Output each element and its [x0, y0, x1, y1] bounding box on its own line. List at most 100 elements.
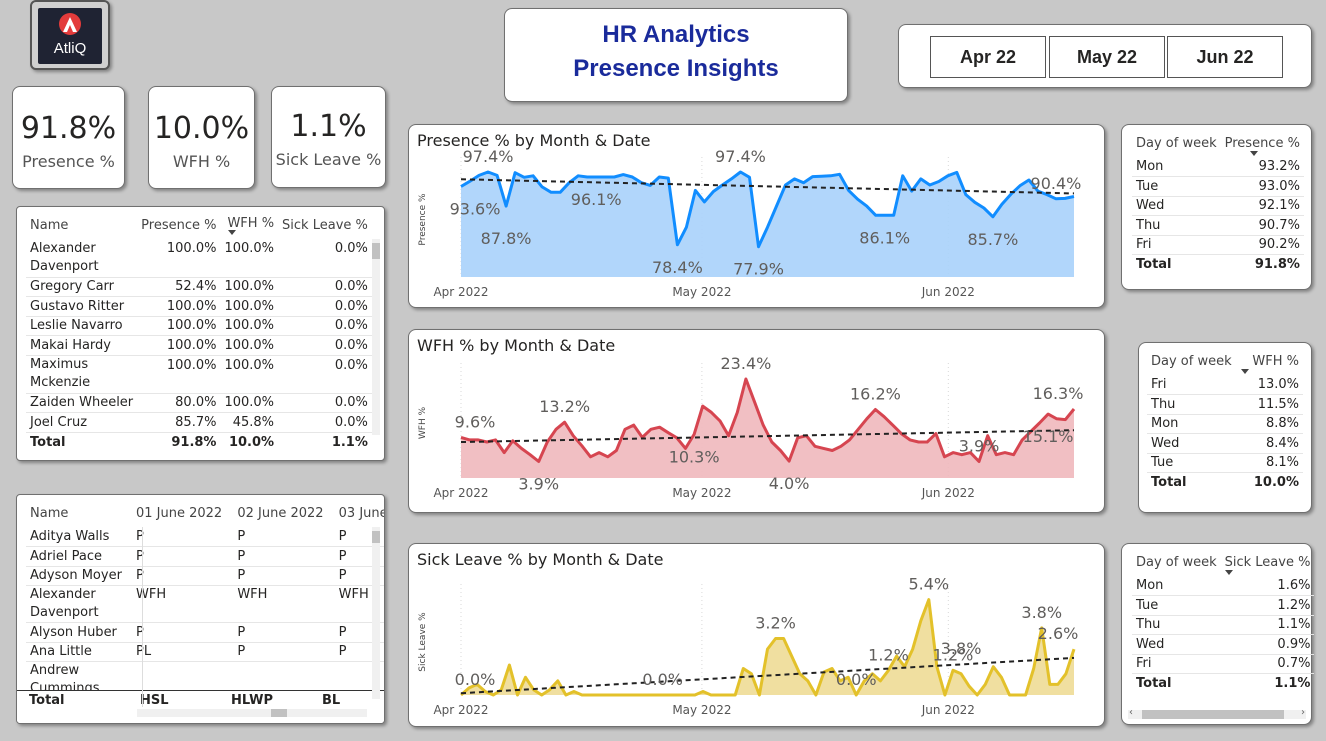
cell-name: Ana Little: [26, 642, 132, 662]
cell-status: P: [233, 642, 335, 662]
table-row[interactable]: Fri 90.2%: [1132, 235, 1304, 255]
column-header-wfh[interactable]: WFH %: [220, 211, 278, 239]
cell-status: WFH: [132, 585, 234, 623]
column-header-name[interactable]: Name: [26, 211, 137, 239]
chart-title: Sick Leave % by Month & Date: [417, 550, 664, 569]
month-button-jun[interactable]: Jun 22: [1167, 36, 1283, 78]
vertical-scrollbar[interactable]: [372, 527, 380, 699]
table-row[interactable]: Mon 1.6%: [1132, 576, 1315, 596]
cell-presence: 85.7%: [137, 412, 221, 433]
cell-value: 11.5%: [1243, 394, 1303, 415]
table-row[interactable]: Ana Little PL P P: [26, 642, 384, 662]
cell-value: 1.2%: [1220, 595, 1315, 616]
column-header-name[interactable]: Name: [26, 499, 132, 527]
cell-sick: 0.0%: [278, 355, 372, 394]
table-row[interactable]: Thu 1.1%: [1132, 615, 1315, 635]
table-row[interactable]: Adriel Pace P P P: [26, 546, 384, 567]
wfh-header-text: WFH %: [227, 215, 275, 231]
month-button-apr[interactable]: Apr 22: [930, 36, 1046, 78]
total-date-1: HSL: [140, 693, 169, 708]
cell-status: PL: [132, 642, 234, 662]
column-header-day[interactable]: Day of week: [1132, 129, 1221, 157]
table-row[interactable]: Thu 11.5%: [1147, 394, 1303, 415]
cell-status: P: [132, 546, 234, 567]
kpi-sick-leave: 1.1% Sick Leave %: [271, 86, 386, 188]
cell-name: Alexander Davenport: [26, 585, 132, 623]
cell-presence: 52.4%: [137, 277, 221, 297]
cell-day: Fri: [1147, 375, 1244, 395]
cell-name: Aditya Walls: [26, 527, 132, 547]
column-header-date-3[interactable]: 03 June: [335, 499, 384, 527]
column-header-presence[interactable]: Presence %: [1221, 129, 1304, 157]
table-row[interactable]: Mon 8.8%: [1147, 414, 1303, 434]
column-header-date-1[interactable]: 01 June 2022: [132, 499, 233, 527]
series-area: [461, 379, 1074, 478]
table-row[interactable]: Thu 90.7%: [1132, 215, 1304, 236]
table-row[interactable]: Alyson Huber P P P: [26, 622, 384, 643]
cell-day: Thu: [1132, 215, 1221, 236]
column-header-day[interactable]: Day of week: [1132, 548, 1221, 576]
horizontal-scrollbar[interactable]: [137, 709, 367, 717]
scrollbar-thumb[interactable]: [372, 243, 380, 259]
table-row[interactable]: Mon 93.2%: [1132, 157, 1304, 177]
table-row[interactable]: Joel Cruz 85.7% 45.8% 0.0%: [26, 412, 372, 433]
cell-day: Fri: [1132, 654, 1221, 674]
total-presence: 91.8%: [137, 431, 221, 452]
data-label: 5.4%: [908, 575, 949, 594]
attendance-table: Name 01 June 2022 02 June 2022 03 June A…: [26, 499, 384, 699]
data-label: 16.2%: [850, 384, 901, 403]
column-header-sick-leave[interactable]: Sick Leave %: [1221, 548, 1315, 576]
scrollbar-thumb[interactable]: [372, 531, 380, 543]
total-label: Total: [1147, 472, 1244, 492]
data-label: 78.4%: [652, 258, 703, 277]
data-label: 3.8%: [941, 639, 982, 658]
table-row[interactable]: Fri 0.7%: [1132, 654, 1315, 674]
table-row[interactable]: Zaiden Wheeler 80.0% 100.0% 0.0%: [26, 393, 372, 413]
kpi-label: WFH %: [172, 152, 231, 171]
cell-day: Tue: [1132, 595, 1221, 616]
scrollbar-thumb[interactable]: [1142, 710, 1284, 719]
atliq-logo: AtliQ: [30, 0, 110, 70]
column-header-day[interactable]: Day of week: [1147, 347, 1244, 375]
cell-status: P: [132, 527, 234, 547]
scrollbar-thumb[interactable]: [271, 709, 287, 717]
column-header-wfh[interactable]: WFH %: [1244, 347, 1303, 375]
table-row[interactable]: Wed 8.4%: [1147, 433, 1303, 454]
total-value: 10.0%: [1243, 472, 1303, 492]
data-label: 0.0%: [455, 670, 496, 689]
cell-wfh: 100.0%: [220, 355, 279, 394]
column-header-presence[interactable]: Presence %: [137, 211, 220, 239]
table-row[interactable]: Wed 92.1%: [1132, 196, 1304, 216]
cell-day: Fri: [1132, 235, 1221, 255]
table-total-row: Total 91.8% 10.0% 1.1%: [26, 431, 372, 452]
logo-mark: AtliQ: [38, 8, 102, 64]
table-row[interactable]: Alexander Davenport 100.0% 100.0% 0.0%: [26, 239, 372, 278]
column-header-date-2[interactable]: 02 June 2022: [233, 499, 334, 527]
table-row[interactable]: Leslie Navarro 100.0% 100.0% 0.0%: [26, 316, 372, 336]
table-row[interactable]: Maximus Mckenzie 100.0% 100.0% 0.0%: [26, 355, 372, 394]
kpi-label: Presence %: [22, 152, 115, 171]
table-row[interactable]: Makai Hardy 100.0% 100.0% 0.0%: [26, 335, 372, 356]
table-row[interactable]: Fri 13.0%: [1147, 375, 1303, 395]
kpi-value: 91.8%: [20, 111, 117, 146]
data-label: 3.9%: [959, 437, 1000, 456]
table-row[interactable]: Gustavo Ritter 100.0% 100.0% 0.0%: [26, 296, 372, 317]
table-row[interactable]: Aditya Walls P P P: [26, 527, 384, 547]
scroll-right-icon[interactable]: ›: [1301, 707, 1305, 718]
column-header-sick-leave[interactable]: Sick Leave %: [278, 211, 372, 239]
table-row[interactable]: Tue 1.2%: [1132, 595, 1315, 616]
month-button-may[interactable]: May 22: [1049, 36, 1165, 78]
total-date-2: HLWP: [231, 693, 274, 708]
table-row[interactable]: Tue 93.0%: [1132, 176, 1304, 197]
cell-value: 0.7%: [1220, 654, 1315, 674]
sort-descending-icon: [1250, 151, 1258, 156]
horizontal-scrollbar[interactable]: ‹ ›: [1128, 707, 1306, 719]
data-label: 77.9%: [733, 260, 784, 279]
vertical-scrollbar[interactable]: [372, 239, 380, 435]
scroll-left-icon[interactable]: ‹: [1129, 707, 1133, 718]
table-row[interactable]: Wed 0.9%: [1132, 634, 1315, 655]
table-row[interactable]: Tue 8.1%: [1147, 453, 1303, 473]
table-row[interactable]: Adyson Moyer P P P: [26, 566, 384, 586]
table-row[interactable]: Gregory Carr 52.4% 100.0% 0.0%: [26, 277, 372, 297]
table-row[interactable]: Alexander Davenport WFH WFH WFH: [26, 585, 384, 623]
